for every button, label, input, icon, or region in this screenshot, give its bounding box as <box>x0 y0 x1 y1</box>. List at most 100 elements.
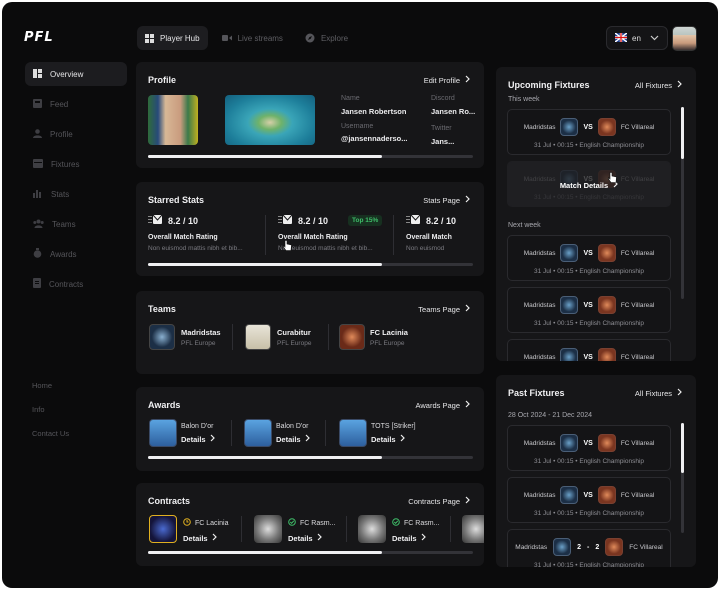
upcoming-fixtures-card: Upcoming Fixtures All Fixtures This week… <box>496 67 696 361</box>
madridstas-logo <box>553 538 572 556</box>
stat-item[interactable]: 8.2 / 10 Top 15% Overall Match Rating Non… <box>278 214 383 252</box>
match-details-button[interactable]: Match Details <box>508 180 670 190</box>
tab-player-hub[interactable]: Player Hub <box>137 26 208 50</box>
curabitur-logo[interactable] <box>245 324 271 350</box>
chevron-right-icon <box>677 80 682 90</box>
sidebar-item-feed[interactable]: Feed <box>25 92 127 116</box>
fixture-card[interactable]: Madridstas VS FC Villareal 31 Jul • 00:15 … <box>507 477 671 523</box>
divider <box>346 516 347 542</box>
fc-lacinia-logo[interactable] <box>339 324 365 350</box>
footer-link-home[interactable]: Home <box>32 381 52 390</box>
edit-profile-link[interactable]: Edit Profile <box>424 75 470 85</box>
tab-label: Player Hub <box>160 33 200 43</box>
divider <box>450 516 451 542</box>
user-avatar[interactable] <box>672 26 697 51</box>
tab-live-streams[interactable]: Live streams <box>214 26 291 50</box>
vs-label: VS <box>583 301 593 309</box>
madridstas-logo[interactable] <box>149 324 175 350</box>
horizontal-scrollbar[interactable] <box>148 551 473 554</box>
grid-icon <box>145 33 154 43</box>
stat-item[interactable]: 8.2 / 10 Overall Match Non euismod <box>406 214 456 252</box>
team-league: PFL Europe <box>370 340 405 347</box>
team-item[interactable]: Curabitur PFL Europe <box>277 328 311 347</box>
contracts-title: Contracts <box>148 496 191 506</box>
sidebar-item-awards[interactable]: Awards <box>25 242 127 266</box>
details-link[interactable]: Details <box>276 435 301 444</box>
language-select[interactable]: en <box>606 26 668 50</box>
details-link[interactable]: Details <box>371 435 396 444</box>
link-label: Contracts Page <box>408 496 460 506</box>
vertical-scrollbar[interactable] <box>681 423 684 533</box>
team-name: Madridstas <box>181 328 221 337</box>
horizontal-scrollbar[interactable] <box>148 456 473 459</box>
horizontal-scrollbar[interactable] <box>148 155 473 158</box>
vertical-scrollbar[interactable] <box>681 107 684 299</box>
contract-team: FC Lacinia <box>195 519 229 527</box>
horizontal-scrollbar[interactable] <box>148 263 473 266</box>
sidebar-item-stats[interactable]: Stats <box>25 182 127 206</box>
tab-explore[interactable]: Explore <box>297 26 356 50</box>
fixture-card[interactable]: Madridstas VS FC Villareal 31 Jul • 00:15 … <box>507 235 671 281</box>
all-fixtures-link[interactable]: All Fixtures <box>635 388 682 398</box>
fixture-card-result[interactable]: Madridstas 2-2 FC Villareal 31 Jul • 00:15… <box>507 529 671 567</box>
chevron-right-icon <box>465 304 470 314</box>
away-team: FC Villareal <box>620 491 655 499</box>
pfl-logo[interactable]: PFL <box>24 30 54 45</box>
fixture-date: 31 Jul • 00:15 • English Championship <box>533 142 645 149</box>
details-link[interactable]: Details <box>181 435 206 444</box>
team-item[interactable]: Madridstas PFL Europe <box>181 328 221 347</box>
stat-name: Overall Match <box>406 234 452 241</box>
fixture-card-hovered[interactable]: Madridstas VS FC Villareal 31 Jul • 00:15 … <box>507 161 671 207</box>
away-team: FC Villareal <box>620 439 655 447</box>
details-link[interactable]: Details <box>288 534 313 543</box>
chevron-right-icon <box>400 434 405 444</box>
fixture-card[interactable]: Madridstas VS FC Villareal 31 Jul • 00:15 … <box>507 425 671 471</box>
contract-item[interactable]: FC Rasm... Details <box>392 518 439 543</box>
details-link[interactable]: Details <box>183 534 208 543</box>
away-team: FC Villareal <box>620 123 655 131</box>
name-label: Name <box>341 95 360 102</box>
stat-item[interactable]: 8.2 / 10 Overall Match Rating Non euismo… <box>148 214 243 252</box>
sidebar-item-label: Fixtures <box>51 159 80 169</box>
award-item[interactable]: Balon D'or Details <box>181 423 215 444</box>
fixture-card[interactable]: Madridstas VS FC Villareal 31 Jul • 00:15 … <box>507 109 671 155</box>
profile-banner-image[interactable] <box>225 95 315 145</box>
award-item[interactable]: Balon D'or Details <box>276 423 310 444</box>
contract-logo[interactable] <box>149 515 177 543</box>
contract-item[interactable]: FC Rasm... Details <box>288 518 335 543</box>
past-fixtures-card: Past Fixtures All Fixtures 28 Oct 2024 -… <box>496 375 696 567</box>
stats-page-link[interactable]: Stats Page <box>423 195 470 205</box>
profile-photo[interactable] <box>148 95 198 145</box>
awards-title: Awards <box>148 400 181 410</box>
footer-link-info[interactable]: Info <box>32 405 45 414</box>
details-link[interactable]: Details <box>392 534 417 543</box>
sidebar-item-label: Contracts <box>49 279 84 289</box>
contracts-page-link[interactable]: Contracts Page <box>408 496 470 506</box>
award-item[interactable]: TOTS [Striker] Details <box>371 423 416 444</box>
check-circle-icon <box>392 518 400 528</box>
contract-logo[interactable] <box>254 515 282 543</box>
footer-link-contact[interactable]: Contact Us <box>32 429 69 438</box>
fixture-card[interactable]: Madridstas VS FC Villareal <box>507 339 671 361</box>
contract-item[interactable]: FC Lacinia Details <box>183 518 228 543</box>
sidebar-item-overview[interactable]: Overview <box>25 62 127 86</box>
divider <box>393 215 394 255</box>
sidebar-item-teams[interactable]: Teams <box>25 212 127 236</box>
trophy-icon <box>244 419 272 447</box>
sidebar-item-fixtures[interactable]: Fixtures <box>25 152 127 176</box>
award-name: Balon D'or <box>276 423 309 430</box>
team-item[interactable]: FC Lacinia PFL Europe <box>370 328 408 347</box>
fixture-date: 31 Jul • 00:15 • English Championship <box>533 562 645 567</box>
sidebar-item-contracts[interactable]: Contracts <box>25 272 127 296</box>
awards-page-link[interactable]: Awards Page <box>416 400 470 410</box>
villareal-logo <box>597 296 616 314</box>
sidebar-item-profile[interactable]: Profile <box>25 122 127 146</box>
user-icon <box>33 128 42 140</box>
teams-page-link[interactable]: Teams Page <box>418 304 470 314</box>
fixture-date: 31 Jul • 00:15 • English Championship <box>533 268 645 275</box>
all-fixtures-link[interactable]: All Fixtures <box>635 80 682 90</box>
contract-logo[interactable] <box>358 515 386 543</box>
fixture-card[interactable]: Madridstas VS FC Villareal 31 Jul • 00:15 … <box>507 287 671 333</box>
tab-label: Live streams <box>237 33 283 43</box>
contract-logo[interactable] <box>462 515 484 543</box>
